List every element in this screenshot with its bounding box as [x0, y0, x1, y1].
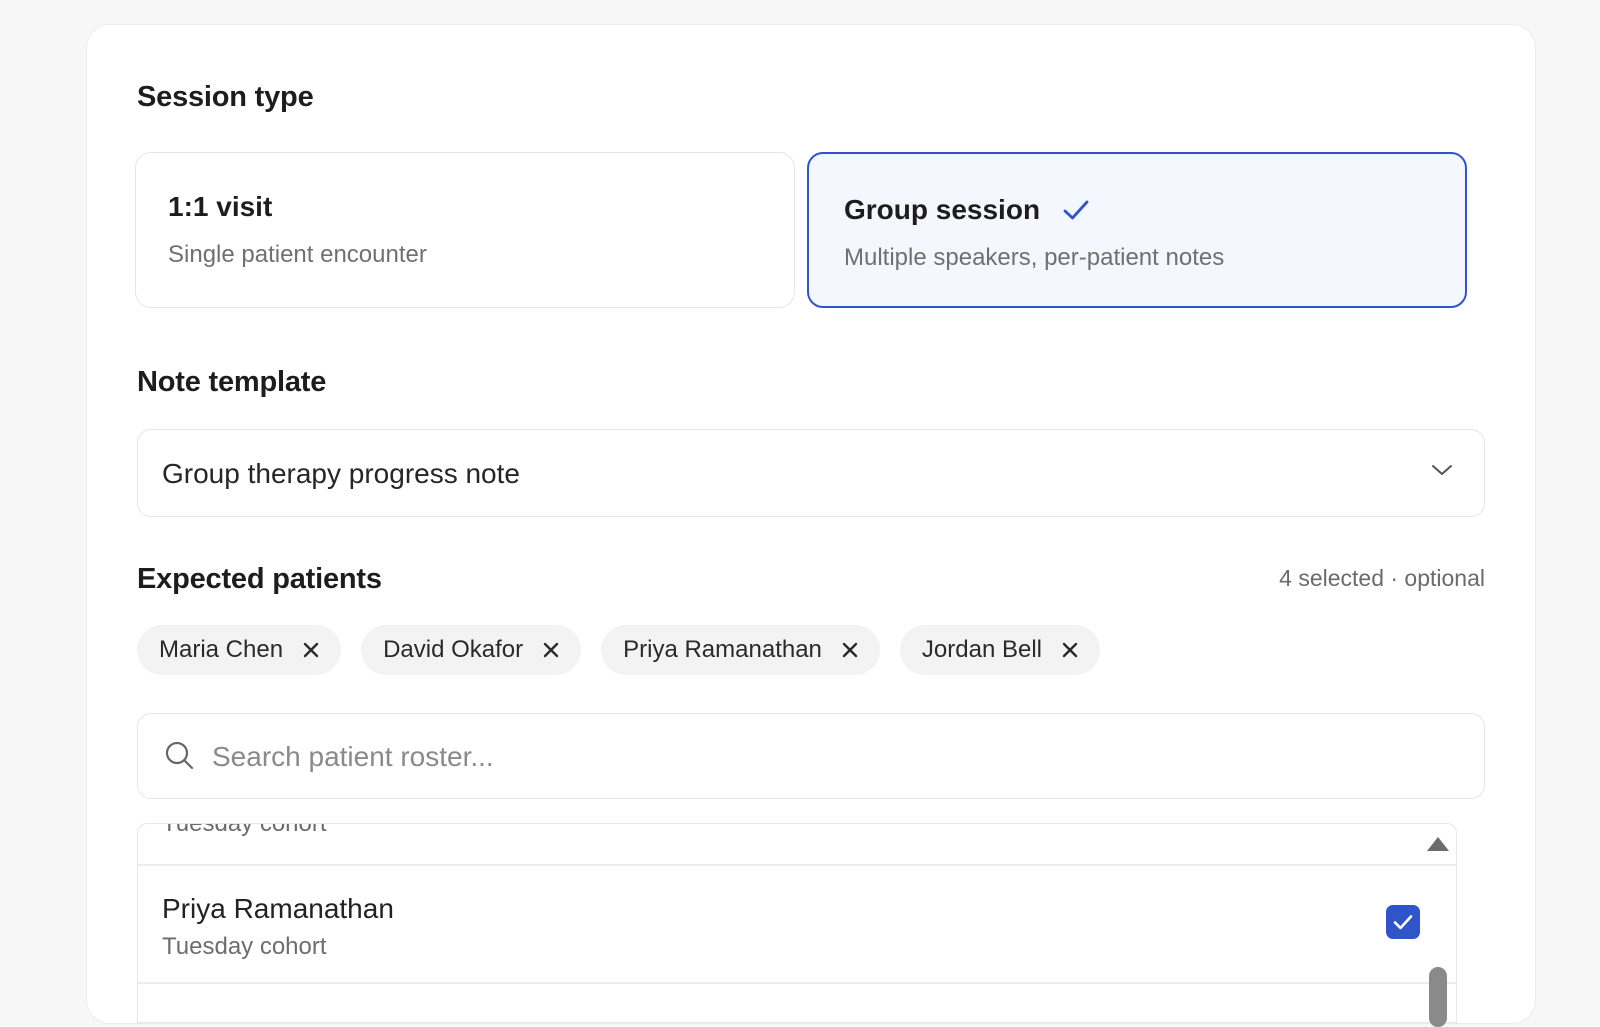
- session-type-label: Session type: [137, 81, 314, 113]
- selected-patient-chips: Maria Chen David Okafor Priya Ramanathan…: [137, 625, 1100, 675]
- chip-label: Jordan Bell: [921, 636, 1042, 663]
- scroll-up-arrow-icon[interactable]: [1427, 837, 1449, 851]
- checkbox-checked-icon[interactable]: [1386, 905, 1420, 939]
- option-title: 1:1 visit: [168, 191, 273, 222]
- search-icon: [165, 741, 194, 770]
- option-title: Group session: [844, 194, 1041, 225]
- session-setup-card: Session type 1:1 visit Single patient en…: [86, 24, 1536, 1027]
- option-group-session[interactable]: Group session Multiple speakers, per-pat…: [807, 152, 1467, 308]
- check-icon: [1393, 915, 1413, 930]
- patient-chip: David Okafor: [361, 625, 582, 675]
- option-one-to-one-visit[interactable]: 1:1 visit Single patient encounter: [135, 152, 795, 308]
- patient-chip: Priya Ramanathan: [601, 625, 880, 675]
- close-icon[interactable]: [1060, 640, 1080, 660]
- chevron-down-icon: [1432, 465, 1452, 475]
- chip-label: David Okafor: [383, 636, 524, 663]
- chip-label: Priya Ramanathan: [623, 636, 822, 663]
- close-icon[interactable]: [840, 640, 860, 660]
- roster-row[interactable]: Priya Ramanathan Tuesday cohort: [138, 865, 1456, 983]
- patient-roster-list[interactable]: Tuesday cohort Priya Ramanathan Tuesday …: [137, 823, 1457, 1023]
- divider: [138, 982, 1456, 984]
- close-icon[interactable]: [541, 640, 561, 660]
- selected-count: 4 selected · optional: [1279, 565, 1485, 591]
- patient-chip: Maria Chen: [137, 625, 342, 675]
- expected-patients-label: Expected patients: [137, 563, 382, 595]
- option-description: Single patient encounter: [168, 241, 427, 268]
- roster-group-header: Tuesday cohort: [162, 823, 327, 837]
- patient-cohort: Tuesday cohort: [162, 933, 327, 960]
- scrollbar-thumb[interactable]: [1429, 967, 1447, 1027]
- option-description: Multiple speakers, per-patient notes: [844, 244, 1225, 271]
- patient-search: [137, 713, 1485, 799]
- patient-name: Priya Ramanathan: [162, 893, 394, 924]
- search-input[interactable]: [212, 732, 1412, 782]
- note-template-label: Note template: [137, 366, 327, 398]
- check-icon: [1063, 200, 1089, 220]
- note-template-select[interactable]: Group therapy progress note: [137, 429, 1485, 517]
- chip-label: Maria Chen: [159, 636, 284, 663]
- patient-chip: Jordan Bell: [899, 625, 1100, 675]
- close-icon[interactable]: [301, 640, 321, 660]
- note-template-value: Group therapy progress note: [162, 458, 520, 489]
